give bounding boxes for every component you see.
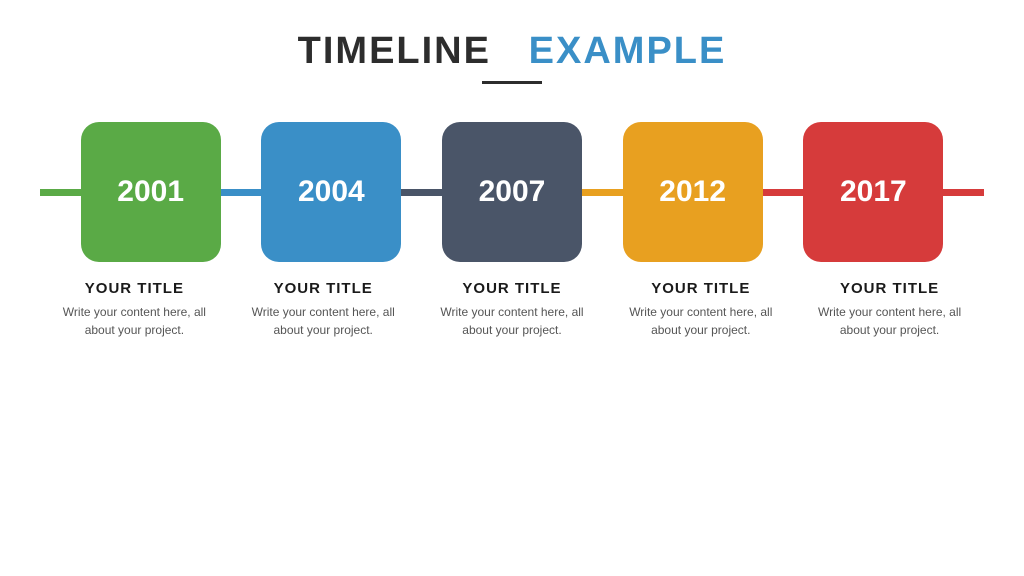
line-segment-3-4 <box>582 189 623 196</box>
slide: TIMELINE EXAMPLE 2001 2004 2007 <box>0 0 1024 576</box>
timeline-box-2007: 2007 <box>442 122 582 262</box>
header-divider <box>482 81 542 84</box>
line-left-1 <box>40 189 81 196</box>
label-item-2: YOUR TITLE Write your content here, all … <box>239 280 407 339</box>
timeline-labels: YOUR TITLE Write your content here, all … <box>40 280 984 339</box>
label-item-1: YOUR TITLE Write your content here, all … <box>50 280 218 339</box>
label-content-5: Write your content here, all about your … <box>806 303 974 339</box>
label-title-3: YOUR TITLE <box>428 280 596 297</box>
timeline-box-2004: 2004 <box>261 122 401 262</box>
year-2007: 2007 <box>479 175 546 209</box>
title-word-example: EXAMPLE <box>529 30 727 72</box>
label-item-5: YOUR TITLE Write your content here, all … <box>806 280 974 339</box>
line-segment-2-3 <box>401 189 442 196</box>
label-content-1: Write your content here, all about your … <box>50 303 218 339</box>
label-content-4: Write your content here, all about your … <box>617 303 785 339</box>
year-2012: 2012 <box>659 175 726 209</box>
timeline-box-2012: 2012 <box>623 122 763 262</box>
title-word-timeline: TIMELINE <box>298 30 491 72</box>
timeline-track: 2001 2004 2007 2012 <box>40 122 984 262</box>
timeline-box-2001: 2001 <box>81 122 221 262</box>
label-item-4: YOUR TITLE Write your content here, all … <box>617 280 785 339</box>
label-title-5: YOUR TITLE <box>806 280 974 297</box>
year-2001: 2001 <box>117 175 184 209</box>
label-title-2: YOUR TITLE <box>239 280 407 297</box>
year-2017: 2017 <box>840 175 907 209</box>
timeline-box-2017: 2017 <box>803 122 943 262</box>
label-content-2: Write your content here, all about your … <box>239 303 407 339</box>
slide-title: TIMELINE EXAMPLE <box>298 30 727 73</box>
label-title-4: YOUR TITLE <box>617 280 785 297</box>
line-segment-4-5 <box>763 189 804 196</box>
line-segment-1-2 <box>221 189 262 196</box>
line-right-5 <box>943 189 984 196</box>
timeline-container: 2001 2004 2007 2012 <box>40 122 984 339</box>
label-item-3: YOUR TITLE Write your content here, all … <box>428 280 596 339</box>
label-title-1: YOUR TITLE <box>50 280 218 297</box>
label-content-3: Write your content here, all about your … <box>428 303 596 339</box>
year-2004: 2004 <box>298 175 365 209</box>
slide-header: TIMELINE EXAMPLE <box>298 30 727 84</box>
